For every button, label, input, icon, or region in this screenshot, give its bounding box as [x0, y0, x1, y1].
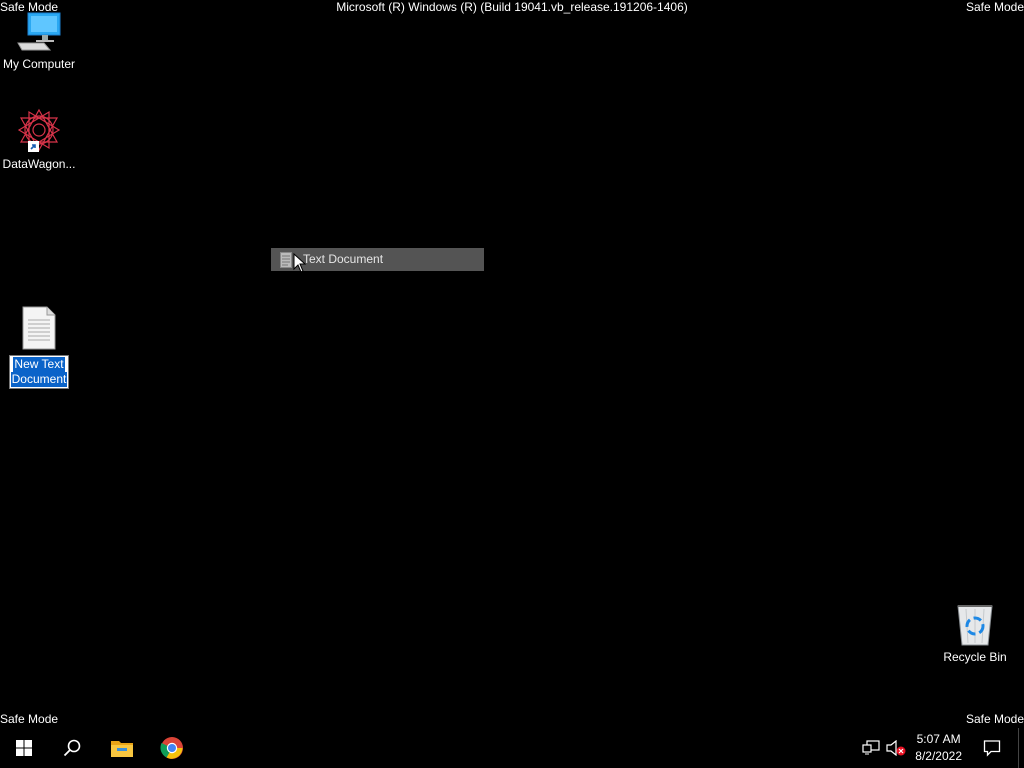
network-tray-button[interactable]	[860, 728, 882, 768]
rename-field[interactable]: New Text Document	[8, 355, 70, 389]
volume-tray-button[interactable]	[884, 728, 908, 768]
network-icon	[862, 740, 880, 755]
text-document-icon	[22, 306, 56, 350]
taskbar-clock[interactable]: 5:07 AM 8/2/2022	[915, 731, 962, 765]
search-button[interactable]	[48, 728, 96, 768]
recycle-bin-label: Recycle Bin	[943, 650, 1007, 664]
rename-text-line1: New Text	[13, 357, 65, 372]
action-center-icon	[983, 740, 1001, 757]
rename-text-line2: Document	[10, 372, 68, 387]
datawagon-shortcut-icon	[17, 108, 61, 152]
mouse-cursor-icon	[293, 253, 307, 273]
drag-document-icon	[280, 252, 292, 268]
volume-muted-icon	[886, 740, 906, 756]
action-center-button[interactable]	[972, 728, 1012, 768]
desktop-icon-datawagon[interactable]: DataWagon...	[1, 108, 77, 172]
desktop-icon-recycle-bin[interactable]: Recycle Bin	[937, 603, 1013, 665]
show-desktop-divider[interactable]	[1018, 728, 1019, 768]
recycle-bin-icon	[957, 605, 993, 646]
my-computer-label: My Computer	[2, 57, 76, 71]
clock-date: 8/2/2022	[915, 749, 962, 763]
start-icon	[16, 740, 32, 756]
chrome-icon	[160, 737, 183, 759]
taskbar: 5:07 AM 8/2/2022	[0, 728, 1024, 768]
desktop-icon-new-text-document[interactable]: New Text Document	[1, 306, 77, 389]
file-explorer-icon	[111, 741, 133, 757]
build-version-label: Microsoft (R) Windows (R) (Build 19041.v…	[336, 0, 688, 14]
file-explorer-button[interactable]	[98, 728, 146, 768]
desktop-icon-my-computer[interactable]: My Computer	[1, 12, 77, 72]
datawagon-label: DataWagon...	[2, 157, 76, 171]
safe-mode-label-top-right: Safe Mode	[965, 0, 1024, 14]
drag-preview-label: Text Document	[303, 252, 384, 266]
safe-mode-label-bottom-left: Safe Mode	[0, 712, 59, 726]
search-icon	[63, 739, 81, 757]
computer-icon	[17, 12, 61, 51]
clock-time: 5:07 AM	[916, 732, 961, 746]
safe-mode-label-bottom-right: Safe Mode	[965, 712, 1024, 726]
chrome-button[interactable]	[148, 728, 196, 768]
start-button[interactable]	[0, 728, 48, 768]
